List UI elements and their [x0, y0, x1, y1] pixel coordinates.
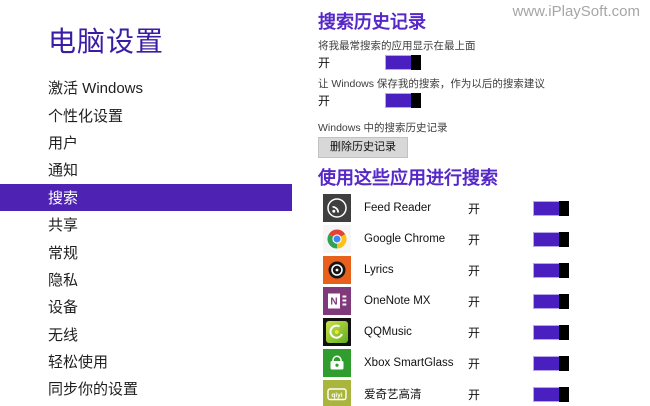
sidebar-item-general[interactable]: 常规	[0, 238, 292, 265]
toggle-iqiyi[interactable]	[533, 387, 569, 402]
sidebar-item-users[interactable]: 用户	[0, 129, 292, 156]
sidebar: 电脑设置 激活 Windows 个性化设置 用户 通知 搜索 共享 常规 隐私 …	[0, 0, 292, 406]
app-row: QQMusic 开	[318, 318, 650, 346]
toggle-knob	[411, 55, 421, 70]
toggle-show-most-searched-apps[interactable]	[385, 55, 421, 70]
sidebar-item-wireless[interactable]: 无线	[0, 321, 292, 348]
sidebar-item-label: 搜索	[48, 189, 79, 207]
google-chrome-icon	[323, 225, 351, 253]
app-toggle-state-label: 开	[468, 387, 481, 402]
sidebar-item-label: 同步你的设置	[48, 381, 139, 399]
toggle-knob	[411, 93, 421, 108]
toggle-google-chrome[interactable]	[533, 232, 569, 247]
toggle-knob	[559, 201, 569, 216]
toggle-knob	[559, 294, 569, 309]
sidebar-item-label: 常规	[48, 244, 79, 262]
sidebar-item-ease-of-access[interactable]: 轻松使用	[0, 348, 292, 375]
toggle-knob	[559, 325, 569, 340]
sidebar-item-label: 通知	[48, 162, 79, 180]
toggle-state-label: 开	[318, 56, 331, 70]
delete-history-button[interactable]: 删除历史记录	[318, 137, 408, 158]
app-row: N OneNote MX 开	[318, 287, 650, 315]
sidebar-item-label: 激活 Windows	[48, 80, 144, 98]
app-row: Xbox SmartGlass 开	[318, 349, 650, 377]
app-name: Xbox SmartGlass	[364, 357, 454, 369]
app-name: QQMusic	[364, 326, 412, 338]
toggle-knob	[559, 356, 569, 371]
app-toggle-state-label: 开	[468, 325, 481, 340]
sidebar-item-sync-your-settings[interactable]: 同步你的设置	[0, 375, 292, 402]
toggle-qqmusic[interactable]	[533, 325, 569, 340]
settings-panel: 搜索历史记录 将我最常搜索的应用显示在最上面 开 让 Windows 保存我的搜…	[318, 0, 650, 406]
sidebar-item-label: 隐私	[48, 271, 79, 289]
sidebar-item-label: 设备	[48, 299, 79, 317]
toggle-xbox-smartglass[interactable]	[533, 356, 569, 371]
setting-label: 将我最常搜索的应用显示在最上面	[318, 40, 476, 52]
app-name: Google Chrome	[364, 233, 446, 245]
sidebar-item-devices[interactable]: 设备	[0, 293, 292, 320]
app-row: qiyi 爱奇艺高清 开	[318, 380, 650, 406]
app-toggle-state-label: 开	[468, 232, 481, 247]
svg-text:N: N	[330, 297, 337, 308]
toggle-knob	[559, 232, 569, 247]
feed-reader-icon	[323, 194, 351, 222]
xbox-smartglass-icon	[323, 349, 351, 377]
toggle-row: 开	[318, 55, 650, 70]
app-name: Feed Reader	[364, 202, 432, 214]
sidebar-item-label: 个性化设置	[48, 107, 124, 125]
svg-text:qiyi: qiyi	[331, 392, 342, 399]
iqiyi-icon: qiyi	[323, 380, 351, 406]
toggle-onenote-mx[interactable]	[533, 294, 569, 309]
sidebar-item-label: 无线	[48, 326, 79, 344]
sidebar-item-share[interactable]: 共享	[0, 211, 292, 238]
app-row: Lyrics 开	[318, 256, 650, 284]
app-row: Feed Reader 开	[318, 194, 650, 222]
app-name: Lyrics	[364, 264, 394, 276]
page-title: 电脑设置	[48, 26, 165, 57]
sidebar-item-privacy[interactable]: 隐私	[0, 266, 292, 293]
toggle-feed-reader[interactable]	[533, 201, 569, 216]
sidebar-item-search[interactable]: 搜索	[0, 183, 292, 211]
pc-settings-window: www.iPlaySoft.com 电脑设置 激活 Windows 个性化设置 …	[0, 0, 650, 406]
section-title-search-apps: 使用这些应用进行搜索	[318, 168, 498, 188]
sidebar-item-label: 轻松使用	[48, 354, 109, 372]
toggle-lyrics[interactable]	[533, 263, 569, 278]
sidebar-item-activate-windows[interactable]: 激活 Windows	[0, 74, 292, 101]
qqmusic-icon	[323, 318, 351, 346]
search-history-toggles: 将我最常搜索的应用显示在最上面 开 让 Windows 保存我的搜索，作为以后的…	[318, 40, 650, 108]
sidebar-list: 激活 Windows 个性化设置 用户 通知 搜索 共享 常规 隐私 设备 无线…	[0, 74, 292, 406]
section-title-search-history: 搜索历史记录	[318, 12, 426, 32]
sidebar-item-label: 用户	[48, 134, 79, 152]
app-name: 爱奇艺高清	[364, 389, 422, 401]
app-toggle-state-label: 开	[468, 294, 481, 309]
app-toggle-state-label: 开	[468, 263, 481, 278]
sidebar-item-notifications[interactable]: 通知	[0, 156, 292, 183]
sidebar-item-label: 共享	[48, 217, 79, 235]
sidebar-item-personalize[interactable]: 个性化设置	[0, 101, 292, 128]
app-name: OneNote MX	[364, 295, 431, 307]
app-toggle-state-label: 开	[468, 201, 481, 216]
app-row: Google Chrome 开	[318, 225, 650, 253]
app-toggle-state-label: 开	[468, 356, 481, 371]
toggle-state-label: 开	[318, 94, 331, 108]
setting-label: 让 Windows 保存我的搜索，作为以后的搜索建议	[318, 78, 545, 90]
app-list: Feed Reader 开 Google Chrome 开 Lyrics 开 N…	[318, 194, 650, 406]
onenote-mx-icon: N	[323, 287, 351, 315]
windows-search-history-label: Windows 中的搜索历史记录	[318, 122, 448, 134]
lyrics-icon	[323, 256, 351, 284]
toggle-knob	[559, 387, 569, 402]
toggle-row: 开	[318, 93, 650, 108]
toggle-knob	[559, 263, 569, 278]
toggle-save-my-searches[interactable]	[385, 93, 421, 108]
